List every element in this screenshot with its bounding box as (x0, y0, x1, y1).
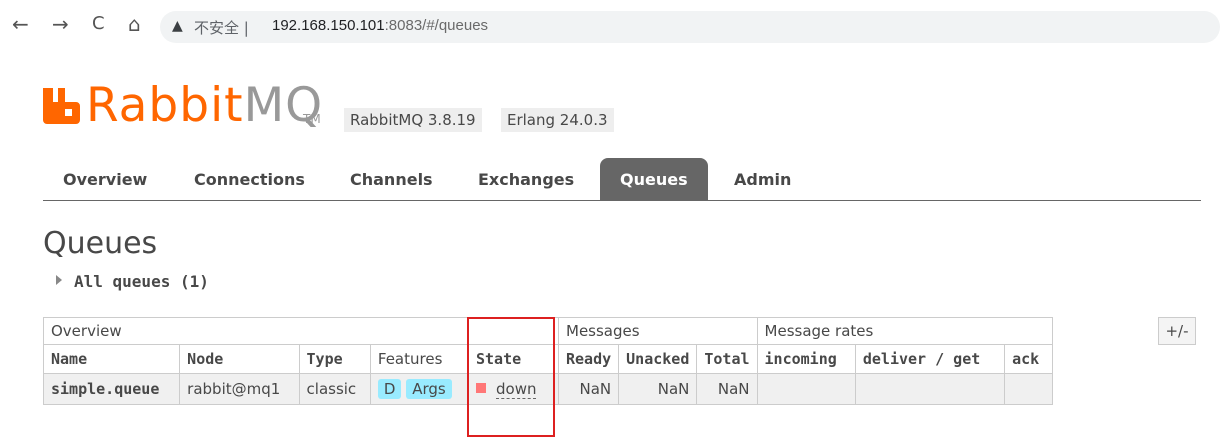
queue-state: down (468, 373, 559, 405)
group-message-rates: Message rates (756, 317, 1053, 345)
queue-node: rabbit@mq1 (179, 373, 300, 405)
col-type[interactable]: Type (298, 344, 371, 374)
messages-ready: NaN (557, 373, 620, 405)
messages-unacked: NaN (618, 373, 698, 405)
reload-icon[interactable]: C (92, 14, 105, 34)
queue-name-link[interactable]: simple.queue (42, 373, 181, 405)
tab-exchanges[interactable]: Exchanges (458, 158, 594, 200)
queue-features: D Args (369, 373, 470, 405)
col-features: Features (369, 344, 470, 374)
trademark: TM (303, 112, 321, 126)
col-total[interactable]: Total (696, 344, 758, 374)
col-state[interactable]: State (468, 344, 559, 374)
messages-total: NaN (696, 373, 758, 405)
version-badge: RabbitMQ 3.8.19 (344, 108, 482, 132)
group-state-blank (468, 317, 559, 345)
col-incoming[interactable]: incoming (756, 344, 856, 374)
tab-admin[interactable]: Admin (714, 158, 811, 200)
queue-type: classic (298, 373, 371, 405)
table-group-header: Overview Messages Message rates (43, 317, 1053, 345)
page-title: Queues (43, 226, 158, 261)
url-text[interactable]: 192.168.150.101:8083/#/queues (272, 17, 488, 34)
tab-channels[interactable]: Channels (330, 158, 453, 200)
back-icon[interactable]: ← (12, 14, 29, 34)
queues-table: Overview Messages Message rates Name Nod… (42, 317, 1053, 405)
rate-ack (1004, 373, 1053, 405)
url-host: 192.168.150.101 (272, 17, 385, 34)
tab-overview[interactable]: Overview (43, 158, 167, 200)
rate-deliver-get (854, 373, 1006, 405)
feature-durable-badge[interactable]: D (377, 379, 402, 399)
table-column-header: Name Node Type Features State Ready Unac… (42, 344, 1053, 374)
col-deliver-get[interactable]: deliver / get (854, 344, 1006, 374)
main-tabs: Overview Connections Channels Exchanges … (43, 158, 1201, 201)
all-queues-toggle[interactable]: All queues (1) (56, 272, 209, 291)
url-bar[interactable]: ▲ 不安全 | 192.168.150.101:8083/#/queues (160, 11, 1220, 43)
group-messages: Messages (558, 317, 758, 345)
col-unacked[interactable]: Unacked (618, 344, 698, 374)
forward-icon[interactable]: → (52, 14, 69, 34)
col-ready[interactable]: Ready (557, 344, 620, 374)
warning-icon: ▲ (172, 18, 183, 34)
expand-triangle-icon[interactable] (56, 275, 62, 285)
tab-queues[interactable]: Queues (600, 158, 708, 200)
erlang-badge: Erlang 24.0.3 (501, 108, 614, 132)
tab-connections[interactable]: Connections (174, 158, 325, 200)
group-overview: Overview (43, 317, 469, 345)
table-row[interactable]: simple.queue rabbit@mq1 classic D Args d… (42, 373, 1053, 405)
col-node[interactable]: Node (179, 344, 300, 374)
feature-args-badge[interactable]: Args (406, 379, 452, 399)
column-toggle-button[interactable]: +/- (1158, 317, 1196, 345)
security-label[interactable]: 不安全 | (194, 17, 249, 38)
home-icon[interactable]: ⌂ (128, 14, 141, 34)
rabbitmq-logo-icon (43, 88, 80, 124)
browser-address-bar: ← → C ⌂ ▲ 不安全 | 192.168.150.101:8083/#/q… (0, 0, 1230, 50)
all-queues-label[interactable]: All queues (1) (74, 272, 209, 291)
brand-name-main: Rabbit (86, 78, 244, 133)
state-down-icon (476, 383, 486, 393)
state-text[interactable]: down (496, 380, 537, 399)
brand-logo-text: RabbitMQ (86, 78, 323, 134)
rate-incoming (756, 373, 856, 405)
col-ack[interactable]: ack (1004, 344, 1053, 374)
url-path: :8083/#/queues (384, 17, 489, 34)
col-name[interactable]: Name (42, 344, 181, 374)
